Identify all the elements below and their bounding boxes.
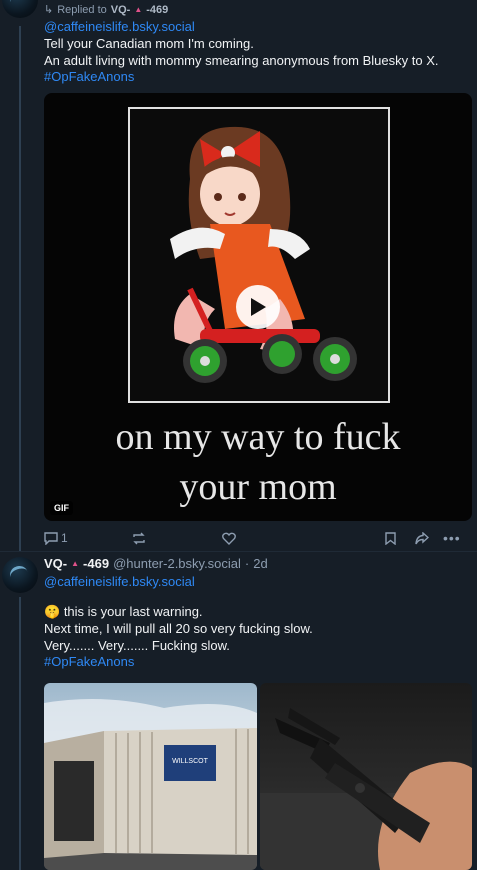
reply-arrow-icon: ↳ [44, 4, 54, 16]
bookmark-button[interactable] [385, 531, 415, 545]
more-dots-icon: ••• [443, 530, 461, 546]
thread-line-post2 [19, 597, 21, 870]
reply-icon [44, 531, 58, 545]
post-2-header: VQ- ▲ -469 @hunter-2.bsky.social · 2d [44, 556, 471, 571]
post-text-line-1-content: this is your last warning. [63, 604, 203, 619]
post-2[interactable]: VQ- ▲ -469 @hunter-2.bsky.social · 2d @c… [44, 556, 471, 669]
shipping-container-photo: WILLSCOT [44, 699, 257, 870]
avatar-swirl-icon [7, 563, 31, 586]
share-icon [415, 531, 429, 544]
mention-link[interactable]: @caffeineislife.bsky.social [44, 574, 471, 589]
cartoon-girl-on-tricycle-image [130, 109, 388, 401]
score-triangle-icon: ▲ [134, 5, 143, 14]
author-name[interactable]: VQ- [44, 556, 67, 571]
shush-emoji: 🤫 [44, 604, 61, 619]
avatar[interactable] [2, 557, 38, 593]
replied-to-row[interactable]: ↳ Replied to VQ- ▲ -469 [44, 3, 471, 17]
post-1-actions: 1 ••• [44, 530, 471, 546]
heart-icon [222, 532, 236, 545]
multitool-photo [260, 708, 472, 870]
repost-button[interactable] [132, 532, 222, 545]
reply-count: 1 [61, 531, 68, 545]
post-time[interactable]: 2d [253, 556, 267, 571]
gif-caption-line-1: on my way to fuck [115, 416, 401, 458]
post-text-line-1: 🤫 this is your last warning. [44, 603, 471, 620]
post-text-line-2: An adult living with mommy smearing anon… [44, 53, 439, 68]
gif-badge: GIF [50, 501, 73, 515]
post-text-line-3: Very....... Very....... Fucking slow. [44, 638, 230, 653]
header-separator: · [244, 556, 250, 571]
container-sign-text: WILLSCOT [172, 758, 209, 765]
avatar-swirl-icon [7, 0, 31, 11]
image-multitool[interactable] [260, 683, 472, 870]
repost-icon [133, 532, 145, 544]
image-shipping-container[interactable]: WILLSCOT [44, 683, 257, 870]
gif-image-frame [128, 107, 390, 403]
replied-to-score: -469 [146, 3, 169, 16]
reply-button[interactable]: 1 [44, 531, 132, 545]
thread-line-post1 [19, 26, 21, 551]
post-divider [0, 551, 477, 552]
author-score: -469 [83, 556, 110, 571]
post-text-line-2: Next time, I will pull all 20 so very fu… [44, 621, 313, 636]
hashtag-link[interactable]: #OpFakeAnons [44, 69, 471, 84]
replied-to-name[interactable]: VQ- [111, 4, 131, 16]
author-handle[interactable]: @hunter-2.bsky.social [113, 556, 241, 571]
image-gallery: WILLSCOT [44, 683, 472, 870]
share-button[interactable] [415, 531, 443, 545]
hashtag-link[interactable]: #OpFakeAnons [44, 654, 471, 669]
play-icon [251, 298, 266, 316]
avatar[interactable] [2, 0, 38, 18]
play-button[interactable] [236, 285, 280, 329]
post-1[interactable]: ↳ Replied to VQ- ▲ -469 @caffeineislife.… [44, 3, 471, 85]
mention-link[interactable]: @caffeineislife.bsky.social [44, 19, 471, 34]
gif-caption-line-2: your mom [179, 466, 337, 508]
post-text-line-1: Tell your Canadian mom I'm coming. [44, 36, 254, 51]
score-triangle-icon: ▲ [71, 559, 80, 568]
like-button[interactable] [222, 532, 385, 545]
bookmark-icon [385, 531, 396, 545]
replied-to-label: Replied to [57, 3, 107, 16]
more-options-button[interactable]: ••• [443, 530, 461, 546]
gif-embed[interactable]: on my way to fuck your mom GIF [44, 93, 472, 521]
